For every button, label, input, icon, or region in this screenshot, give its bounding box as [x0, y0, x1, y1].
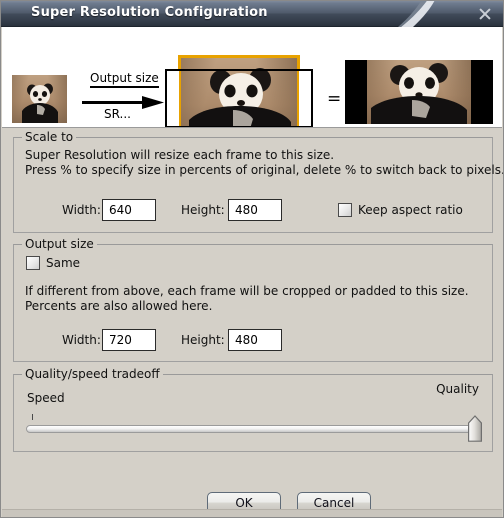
scale-width-label: Width: — [62, 203, 101, 217]
scale-width-input[interactable] — [102, 199, 156, 221]
output-size-annotation: Output size — [90, 72, 159, 88]
scale-height-input[interactable] — [228, 199, 282, 221]
output-size-description-line1: If different from above, each frame will… — [25, 284, 469, 298]
quality-speed-group: Quality/speed tradeoff — [13, 367, 493, 452]
output-size-legend: Output size — [22, 237, 97, 251]
scale-to-description-line2: Press % to specify size in percents of o… — [25, 163, 504, 177]
same-label: Same — [46, 256, 81, 270]
title-bar[interactable]: Super Resolution Configuration — [1, 1, 503, 28]
output-width-label: Width: — [62, 333, 101, 347]
input-thumbnail — [12, 75, 67, 123]
super-resolution-configuration-dialog: Super Resolution Configuration SR... Out… — [0, 0, 504, 518]
equals-sign: = — [327, 89, 342, 109]
output-width-input[interactable] — [102, 329, 156, 351]
output-padding-right — [299, 71, 311, 126]
output-height-label: Height: — [181, 333, 225, 347]
speed-label: Speed — [27, 391, 65, 405]
quality-label: Quality — [436, 382, 479, 396]
scale-to-description-line1: Super Resolution will resize each frame … — [25, 148, 335, 162]
output-thumbnail — [345, 60, 493, 124]
keep-aspect-ratio-label: Keep aspect ratio — [358, 203, 463, 217]
title-swoosh-decoration — [393, 1, 437, 28]
scale-height-label: Height: — [181, 203, 225, 217]
quality-speed-legend: Quality/speed tradeoff — [22, 367, 163, 381]
sr-label: SR... — [104, 107, 131, 121]
quality-speed-slider-track[interactable] — [26, 425, 476, 433]
quality-speed-slider-thumb[interactable] — [467, 415, 483, 443]
output-size-box — [165, 69, 313, 127]
slider-tick-mark — [32, 414, 33, 420]
window-title: Super Resolution Configuration — [31, 5, 268, 20]
output-size-description-line2: Percents are also allowed here. — [25, 299, 213, 313]
keep-aspect-ratio-checkbox[interactable] — [338, 203, 352, 217]
close-icon[interactable] — [477, 6, 493, 22]
preview-panel: Input SR... Output size Scale size — [2, 27, 502, 128]
dialog-bottom-bar — [2, 509, 502, 517]
scale-to-legend: Scale to — [22, 130, 77, 144]
output-height-input[interactable] — [228, 329, 282, 351]
output-padding-left — [167, 71, 179, 126]
same-checkbox[interactable] — [26, 256, 40, 270]
